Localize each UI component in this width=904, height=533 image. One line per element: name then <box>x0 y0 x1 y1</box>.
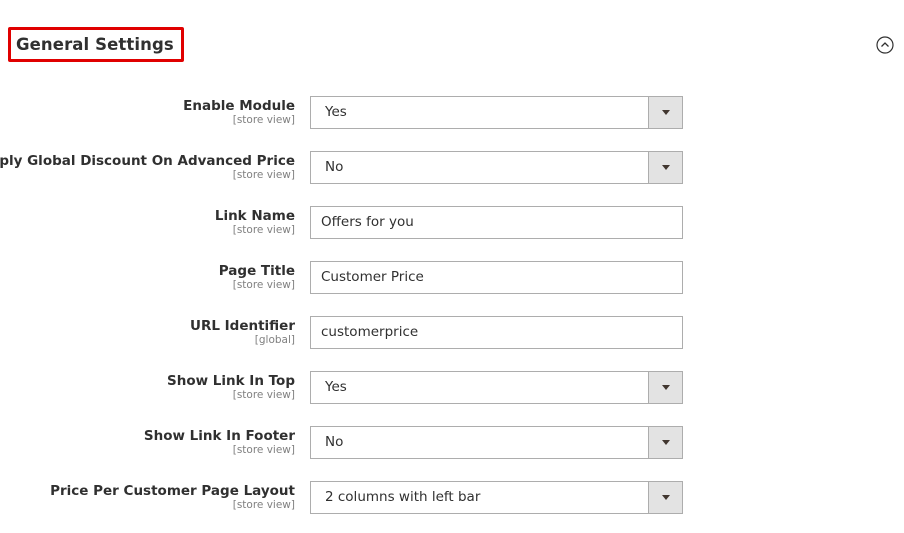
caret-down-icon <box>661 495 670 500</box>
scope-label: [store view] <box>232 444 295 456</box>
caret-down-icon <box>661 165 670 170</box>
scope-label: [store view] <box>232 499 295 511</box>
input-value: Offers for you <box>321 214 414 230</box>
url-identifier-input[interactable]: customerprice <box>310 316 683 349</box>
field-label: Page Title <box>218 263 295 279</box>
field-row-show-link-in-top: Show Link In Top [store view] Yes <box>0 371 904 404</box>
dropdown-toggle[interactable] <box>648 482 682 513</box>
collapse-section-button[interactable] <box>876 36 894 54</box>
field-row-enable-module: Enable Module [store view] Yes <box>0 96 904 129</box>
caret-down-icon <box>661 385 670 390</box>
apply-global-discount-select[interactable]: No <box>310 151 683 184</box>
scope-label: [global] <box>254 334 295 346</box>
dropdown-toggle[interactable] <box>648 427 682 458</box>
field-row-show-link-in-footer: Show Link In Footer [store view] No <box>0 426 904 459</box>
section-title: General Settings <box>16 35 174 54</box>
field-label: Show Link In Top <box>167 373 295 389</box>
select-value: No <box>325 434 344 450</box>
select-value: Yes <box>325 379 347 395</box>
config-page: General Settings Enable Module [store vi… <box>0 0 904 533</box>
chevron-up-circle-icon <box>876 36 894 54</box>
show-link-in-footer-select[interactable]: No <box>310 426 683 459</box>
select-value: No <box>325 159 344 175</box>
show-link-in-top-select[interactable]: Yes <box>310 371 683 404</box>
page-title-input[interactable]: Customer Price <box>310 261 683 294</box>
scope-label: [store view] <box>232 169 295 181</box>
caret-down-icon <box>661 110 670 115</box>
scope-label: [store view] <box>232 389 295 401</box>
field-label: Price Per Customer Page Layout <box>50 483 295 499</box>
input-value: Customer Price <box>321 269 424 285</box>
field-label: Show Link In Footer <box>143 428 295 444</box>
field-row-page-title: Page Title [store view] Customer Price <box>0 261 904 294</box>
enable-module-select[interactable]: Yes <box>310 96 683 129</box>
select-value: 2 columns with left bar <box>325 489 481 505</box>
caret-down-icon <box>661 440 670 445</box>
select-value: Yes <box>325 104 347 120</box>
field-row-url-identifier: URL Identifier [global] customerprice <box>0 316 904 349</box>
scope-label: [store view] <box>232 114 295 126</box>
dropdown-toggle[interactable] <box>648 372 682 403</box>
field-row-apply-global-discount: Apply Global Discount On Advanced Price … <box>0 151 904 184</box>
field-label: Apply Global Discount On Advanced Price <box>0 153 295 169</box>
field-label: Enable Module <box>183 98 295 114</box>
scope-label: [store view] <box>232 279 295 291</box>
field-row-page-layout: Price Per Customer Page Layout [store vi… <box>0 481 904 514</box>
section-header-highlight[interactable]: General Settings <box>8 27 184 62</box>
input-value: customerprice <box>321 324 419 340</box>
link-name-input[interactable]: Offers for you <box>310 206 683 239</box>
field-label: Link Name <box>214 208 295 224</box>
field-row-link-name: Link Name [store view] Offers for you <box>0 206 904 239</box>
scope-label: [store view] <box>232 224 295 236</box>
dropdown-toggle[interactable] <box>648 97 682 128</box>
dropdown-toggle[interactable] <box>648 152 682 183</box>
field-label: URL Identifier <box>189 318 295 334</box>
page-layout-select[interactable]: 2 columns with left bar <box>310 481 683 514</box>
